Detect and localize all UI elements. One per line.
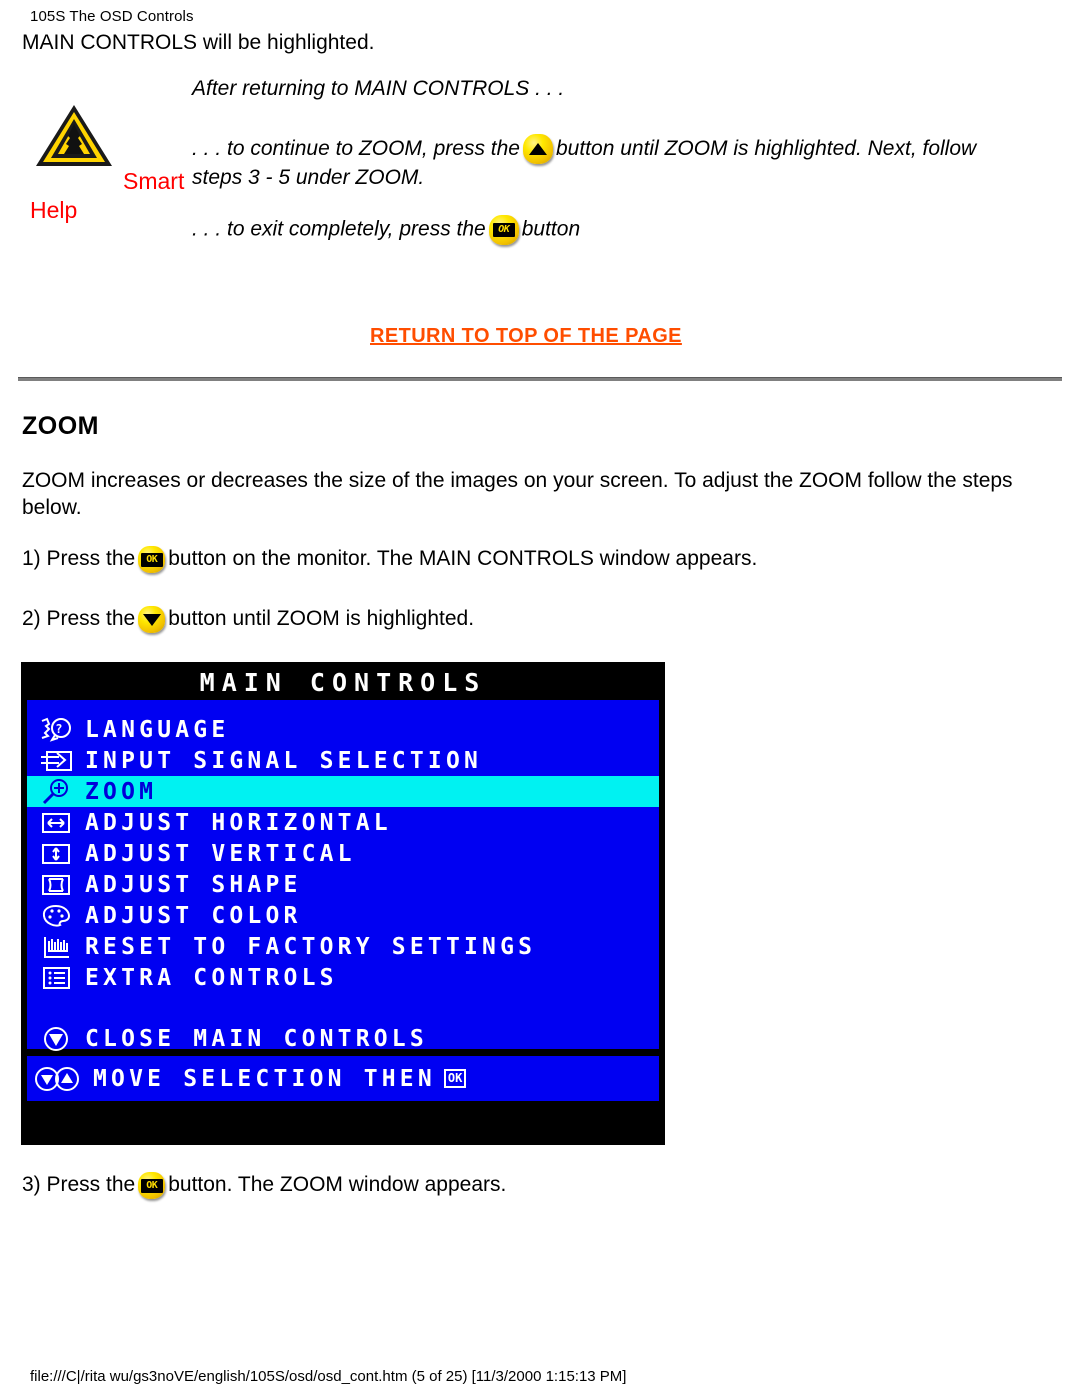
input-signal-icon [27, 749, 85, 773]
ok-button-icon[interactable]: OK [138, 546, 166, 573]
close-down-arrow-icon [27, 1025, 85, 1053]
language-icon: ? [27, 717, 85, 743]
ok-button-icon[interactable]: OK [488, 215, 519, 245]
osd-footer-label: MOVE SELECTION THEN [93, 1065, 436, 1092]
step-1-before: 1) Press the [22, 547, 136, 571]
adjust-shape-icon [27, 873, 85, 897]
smart-help-block: After returning to MAIN CONTROLS . . . S… [0, 70, 1080, 260]
osd-ok-badge: OK [443, 1069, 467, 1088]
section-divider [18, 377, 1062, 381]
osd-item-language[interactable]: ? LANGUAGE [27, 714, 659, 745]
smart-help-p2-before: . . . to exit completely, press the [192, 217, 486, 241]
osd-item-label: ADJUST COLOR [85, 902, 302, 929]
step-2: 2) Press the button until ZOOM is highlig… [22, 606, 474, 633]
warning-triangle-icon [36, 105, 112, 166]
page-footer-path: file:///C|/rita wu/gs3noVE/english/105S/… [30, 1368, 627, 1385]
step-2-before: 2) Press the [22, 607, 136, 631]
osd-item-label: CLOSE MAIN CONTROLS [85, 1026, 428, 1052]
osd-item-input-signal-selection[interactable]: INPUT SIGNAL SELECTION [27, 745, 659, 776]
osd-item-label: ADJUST SHAPE [85, 871, 302, 898]
intro-text: MAIN CONTROLS will be highlighted. [22, 31, 375, 54]
page-running-header: 105S The OSD Controls [30, 8, 194, 25]
osd-item-extra-controls[interactable]: EXTRA CONTROLS [27, 962, 659, 993]
osd-item-label: RESET TO FACTORY SETTINGS [85, 933, 537, 960]
ok-button-icon[interactable]: OK [138, 1172, 166, 1199]
osd-item-label: EXTRA CONTROLS [85, 964, 338, 991]
smart-help-paragraph-1-line2: steps 3 - 5 under ZOOM. [192, 166, 425, 189]
adjust-vertical-icon [27, 842, 85, 866]
step-1-after: button on the monitor. The MAIN CONTROLS… [168, 547, 758, 571]
osd-item-adjust-vertical[interactable]: ADJUST VERTICAL [27, 838, 659, 869]
ok-glyph: OK [140, 552, 163, 567]
osd-item-label: ADJUST HORIZONTAL [85, 809, 392, 836]
smart-help-p1-after: button until ZOOM is highlighted. Next, … [555, 137, 977, 160]
down-triangle-glyph [142, 613, 161, 626]
svg-text:?: ? [55, 722, 66, 736]
section-description: ZOOM increases or decreases the size of … [22, 469, 1013, 519]
osd-item-adjust-horizontal[interactable]: ADJUST HORIZONTAL [27, 807, 659, 838]
step-1: 1) Press the OK button on the monitor. The… [22, 546, 757, 573]
adjust-horizontal-icon [27, 811, 85, 835]
move-selection-icon [27, 1065, 93, 1093]
zoom-magnifier-icon [27, 778, 85, 806]
osd-item-reset-to-factory-settings[interactable]: RESET TO FACTORY SETTINGS [27, 931, 659, 962]
osd-item-adjust-shape[interactable]: ADJUST SHAPE [27, 869, 659, 900]
osd-item-label: ZOOM [85, 778, 158, 805]
osd-item-label: LANGUAGE [85, 716, 230, 743]
smart-help-paragraph-2: . . . to exit completely, press the OK but… [192, 215, 580, 245]
adjust-color-icon [27, 903, 85, 929]
osd-spacer [27, 993, 659, 1019]
ok-glyph: OK [492, 223, 515, 237]
step-3-after: button. The ZOOM window appears. [168, 1173, 507, 1197]
smart-label: Smart [123, 168, 185, 194]
osd-item-label: ADJUST VERTICAL [85, 840, 356, 867]
osd-footer-hint: MOVE SELECTION THEN OK [27, 1056, 659, 1101]
page-title: ZOOM [22, 412, 99, 440]
osd-main-controls-window: MAIN CONTROLS ? LANGUAGE INPUT SIGNAL SE… [21, 662, 665, 1145]
smart-help-p2-after: button [521, 217, 581, 241]
step-3-before: 3) Press the [22, 1173, 136, 1197]
up-arrow-button-icon[interactable] [522, 134, 553, 165]
osd-item-adjust-color[interactable]: ADJUST COLOR [27, 900, 659, 931]
return-to-top-link[interactable]: RETURN TO TOP OF THE PAGE [370, 325, 682, 348]
smart-help-p1-before: . . . to continue to ZOOM, press the [192, 137, 520, 160]
osd-title: MAIN CONTROLS [23, 664, 663, 700]
step-2-after: button until ZOOM is highlighted. [168, 607, 475, 631]
step-3: 3) Press the OK button. The ZOOM window ap… [22, 1172, 506, 1199]
up-triangle-glyph [528, 143, 547, 156]
osd-item-zoom[interactable]: ZOOM [27, 776, 659, 807]
smart-help-icon-group: Smart Help [20, 102, 184, 232]
reset-factory-icon [27, 935, 85, 959]
smart-help-after-line: After returning to MAIN CONTROLS . . . [192, 77, 565, 100]
osd-item-label: INPUT SIGNAL SELECTION [85, 747, 483, 774]
ok-glyph: OK [140, 1178, 163, 1193]
extra-controls-icon [27, 966, 85, 990]
help-label: Help [30, 197, 78, 223]
osd-menu-list: ? LANGUAGE INPUT SIGNAL SELECTION ZOOM A… [27, 700, 659, 1059]
smart-help-paragraph-1: . . . to continue to ZOOM, press the butt… [192, 132, 976, 165]
down-arrow-button-icon[interactable] [138, 606, 166, 633]
